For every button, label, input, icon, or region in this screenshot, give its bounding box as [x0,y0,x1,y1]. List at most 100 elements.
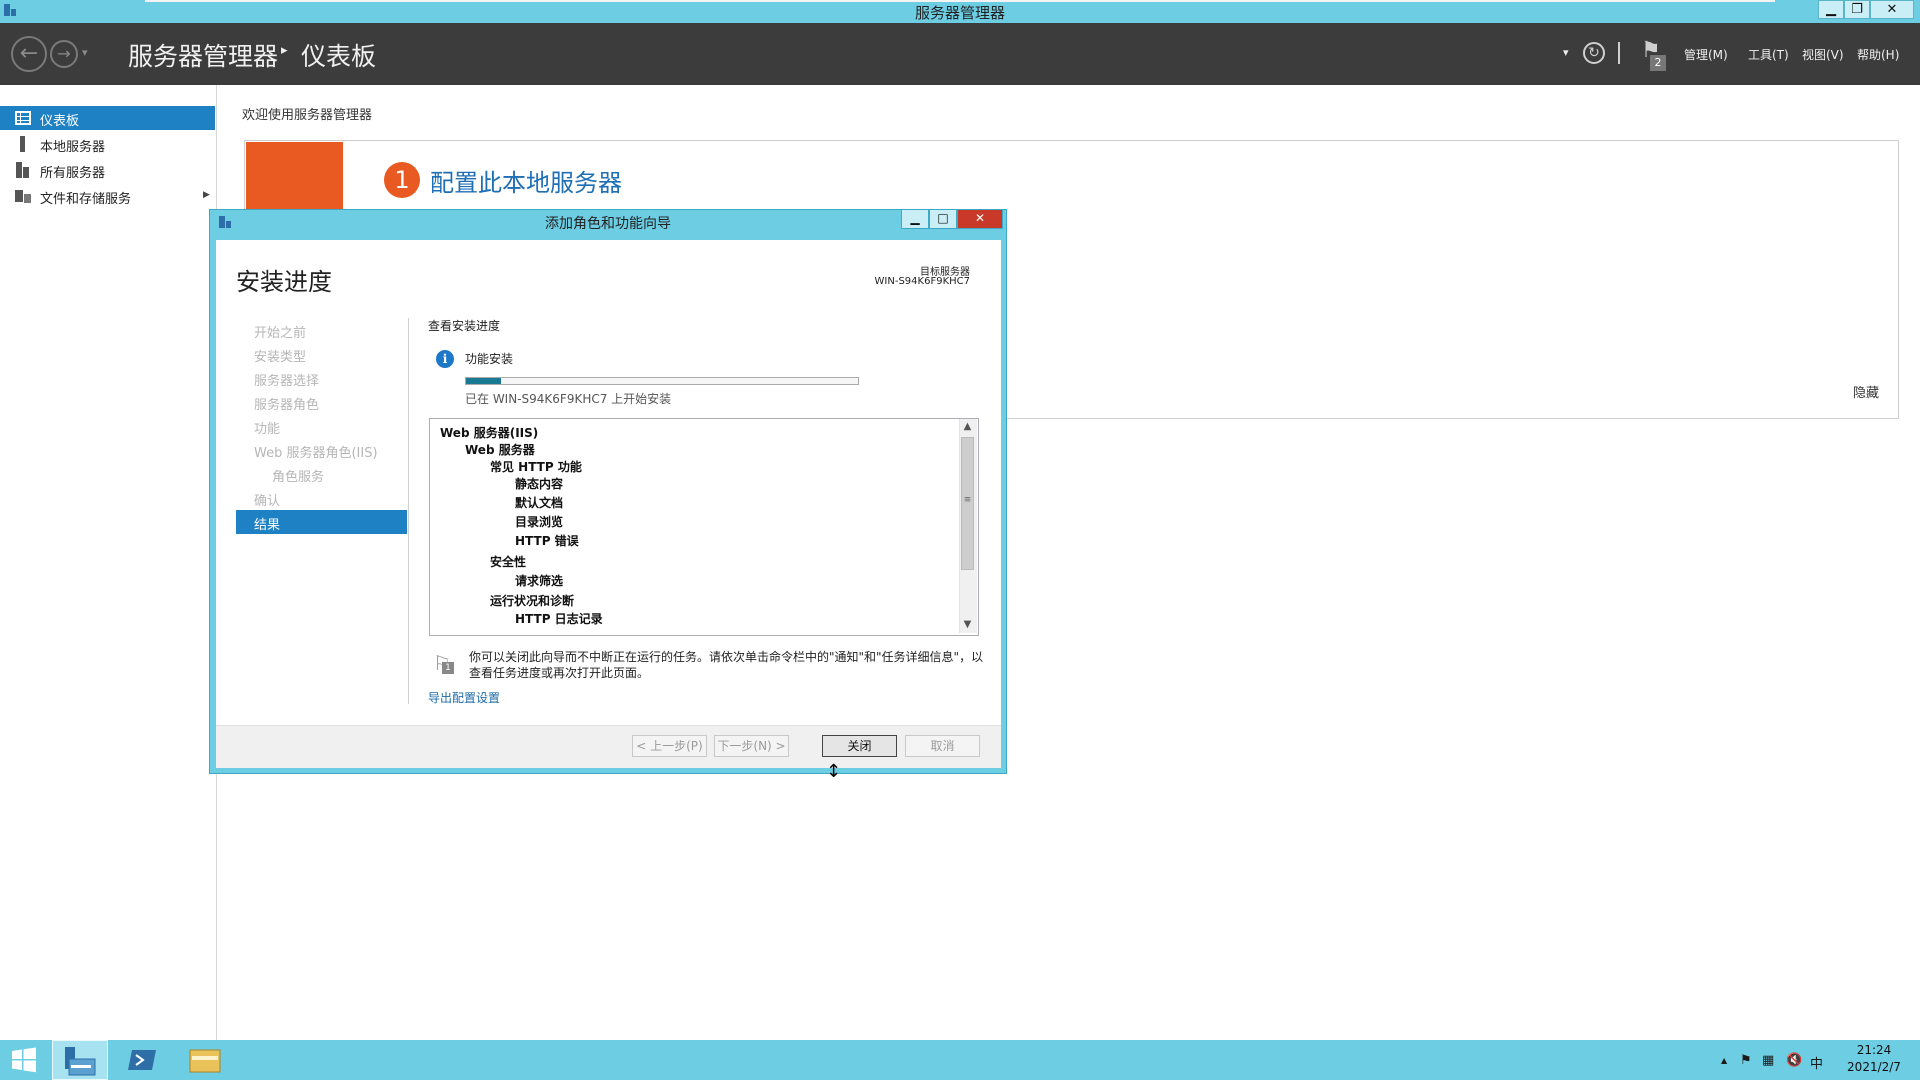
taskbar-powershell[interactable] [118,1040,168,1080]
sidebar-item-label: 本地服务器 [40,140,106,155]
minimize-button[interactable]: ▁ [1818,0,1844,19]
server-icon [15,136,31,152]
installed-features-list[interactable]: Web 服务器(IIS) Web 服务器常见 HTTP 功能静态内容默认文档目录浏… [429,418,979,636]
maximize-icon: □ [937,211,949,225]
wizard-step-label: 结果 [254,518,281,533]
sidebar-item-file-storage[interactable]: 文件和存储服务 ▶ [0,184,215,208]
steps-divider [408,318,409,704]
close-icon: ✕ [974,211,986,225]
wizard-step-server-selection: 服务器选择 [254,374,320,389]
hide-link[interactable]: 隐藏 [1853,382,1879,401]
feature-list-item: Web 服务器 [465,443,535,457]
restore-icon: ❐ [1851,2,1863,17]
start-button[interactable] [0,1040,48,1080]
info-icon: i [436,350,454,368]
wizard-step-features: 功能 [254,422,281,437]
wizard-step-installation-type: 安装类型 [254,350,307,365]
action-center-flag-icon[interactable]: ⚑ [1740,1053,1752,1068]
server-manager-icon [65,1047,96,1076]
menu-view[interactable]: 视图(V) [1802,46,1844,63]
previous-button[interactable]: < 上一步(P) [632,735,707,757]
sidebar-item-all-servers[interactable]: 所有服务器 [0,158,215,182]
taskbar-server-manager[interactable] [52,1040,108,1080]
forward-arrow-icon: → [57,44,71,63]
wizard-step-role-services: 角色服务 [272,470,325,485]
dialog-close-button[interactable]: ✕ [957,209,1003,229]
feature-list-item: Web 服务器(IIS) [440,426,539,440]
sidebar-item-label: 文件和存储服务 [40,192,132,207]
feature-list-item: HTTP 错误 [515,534,579,548]
clock-time[interactable]: 21:24 [1844,1043,1904,1057]
clock-date[interactable]: 2021/2/7 [1836,1060,1912,1074]
breadcrumb-separator-icon: ▸ [281,43,288,58]
dialog-heading: 安装进度 [236,268,332,296]
dashboard-icon [15,110,31,126]
scroll-up-icon[interactable]: ▲ [959,419,976,435]
view-progress-label: 查看安装进度 [428,319,501,333]
sidebar-item-local-server[interactable]: 本地服务器 [0,132,215,156]
sidebar-item-dashboard[interactable]: 仪表板 [0,106,215,130]
progress-status-text: 已在 WIN-S94K6F9KHC7 上开始安装 [465,392,672,406]
note-badge: 1 [442,662,454,674]
windows-logo-icon [12,1047,36,1073]
dialog-minimize-button[interactable]: ▁ [901,209,929,229]
dialog-maximize-button[interactable]: □ [929,209,957,229]
refresh-icon[interactable]: ↻ [1583,42,1605,64]
menu-help[interactable]: 帮助(H) [1857,46,1899,63]
breadcrumb-root[interactable]: 服务器管理器 [128,37,278,73]
wizard-step-confirmation: 确认 [254,494,281,509]
feature-list-item: 请求筛选 [515,574,564,588]
volume-muted-icon[interactable]: 🔇 [1786,1053,1802,1068]
feature-list-item: 目录浏览 [515,515,564,529]
feature-list-item: HTTP 日志记录 [515,612,603,626]
wizard-step-server-roles: 服务器角色 [254,398,320,413]
menu-manage[interactable]: 管理(M) [1684,46,1728,63]
welcome-heading: 欢迎使用服务器管理器 [242,108,373,123]
sidebar-item-label: 仪表板 [40,114,80,129]
refresh-dropdown-icon[interactable]: ▾ [1563,46,1569,59]
minimize-icon: ▁ [910,211,920,225]
step-number-badge: 1 [384,162,420,198]
feature-list-item: 默认文档 [515,496,564,510]
note-text-line1: 你可以关闭此向导而不中断正在运行的任务。请依次单击命令栏中的"通知"和"任务详细… [469,650,984,664]
header-bar [0,23,1920,85]
tray-overflow-icon[interactable]: ▲ [1721,1056,1727,1065]
scroll-down-icon[interactable]: ▼ [959,617,976,633]
history-dropdown-icon[interactable]: ▾ [82,46,88,59]
servers-icon [15,162,31,178]
cancel-button[interactable]: 取消 [905,735,980,757]
back-arrow-icon: ← [19,41,39,66]
feature-list-item: 运行状况和诊断 [490,594,575,608]
storage-icon [15,188,31,204]
window-close-button[interactable]: ✕ [1870,0,1914,19]
back-button[interactable]: ← [11,36,47,72]
feature-list-item: 常见 HTTP 功能 [490,460,582,474]
ime-indicator[interactable]: 中 [1810,1053,1823,1072]
scrollbar-grip-icon: ≡ [963,495,972,505]
breadcrumb-page: 仪表板 [301,42,377,71]
window-title: 服务器管理器 [914,4,1005,22]
header-divider [1618,42,1620,64]
restore-button[interactable]: ❐ [1844,0,1870,19]
configure-local-server-link[interactable]: 配置此本地服务器 [430,163,622,198]
network-icon[interactable]: ▦ [1762,1053,1774,1068]
progress-bar-track [465,377,859,385]
powershell-icon [128,1050,156,1070]
target-server-value: WIN-S94K6F9KHC7 [874,276,970,287]
notifications-count-badge: 2 [1650,55,1666,71]
close-button[interactable]: 关闭 [822,735,897,757]
wizard-step-before-you-begin: 开始之前 [254,326,307,341]
wizard-step-results[interactable]: 结果 [236,510,407,534]
forward-button[interactable]: → [50,40,78,68]
dialog-title: 添加角色和功能向导 [545,216,671,232]
menu-tools[interactable]: 工具(T) [1748,46,1789,63]
note-text-line2: 查看任务进度或再次打开此页面。 [469,666,650,680]
expand-arrow-icon[interactable]: ▶ [203,190,210,200]
feature-list-item: 静态内容 [515,477,564,491]
feature-install-label: 功能安装 [465,352,514,366]
folder-icon [189,1049,221,1073]
next-button[interactable]: 下一步(N) > [714,735,789,757]
export-config-link[interactable]: 导出配置设置 [428,689,500,706]
close-icon: ✕ [1886,2,1898,17]
taskbar-file-explorer[interactable] [180,1040,230,1080]
